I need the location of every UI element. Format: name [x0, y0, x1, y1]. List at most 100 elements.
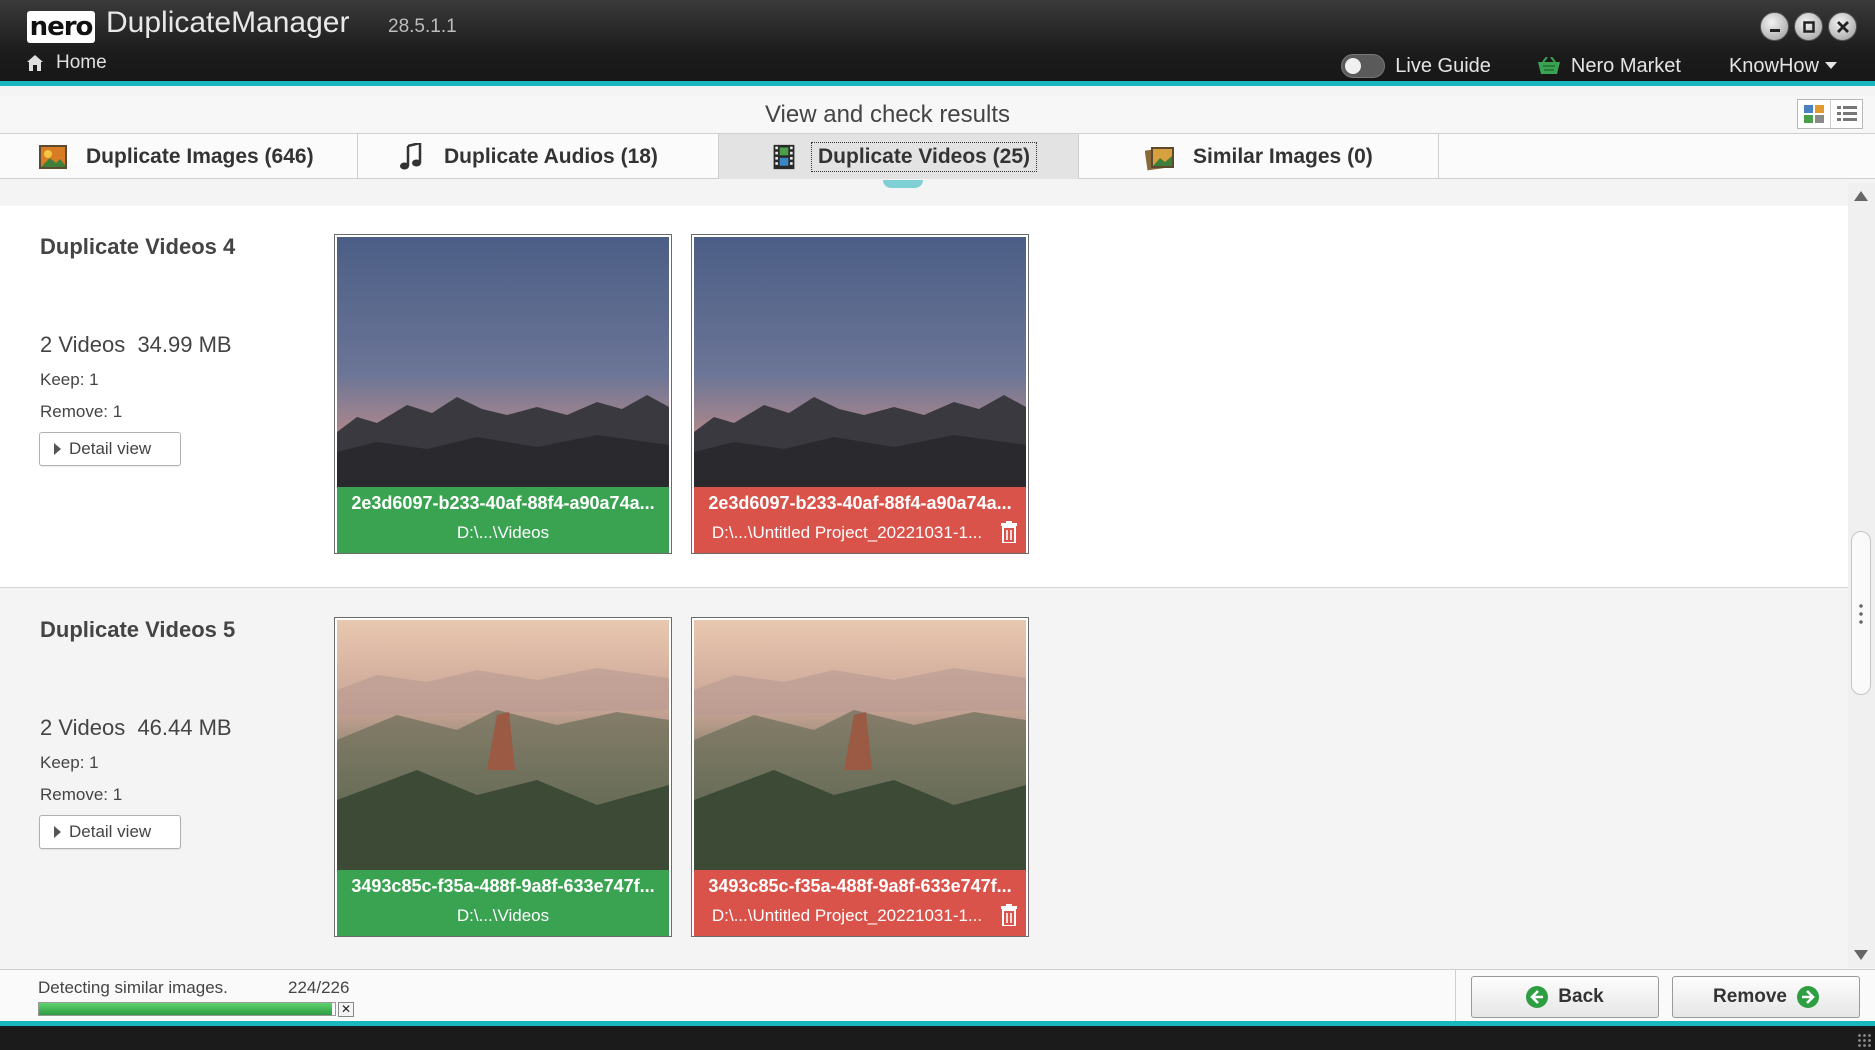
tab-label: Similar Images (0) — [1193, 144, 1373, 168]
expand-arrow-icon — [54, 826, 61, 838]
knowhow-label: KnowHow — [1728, 54, 1819, 77]
similar-images-icon — [1145, 146, 1174, 170]
group-summary: 2 Videos 34.99 MB — [40, 332, 232, 357]
video-card[interactable]: 2e3d6097-b233-40af-88f4-a90a74a... D:\..… — [691, 234, 1029, 554]
tab-duplicate-videos[interactable]: Duplicate Videos (25) — [719, 134, 1079, 179]
results-list: Duplicate Videos 4 2 Videos 34.99 MB Kee… — [0, 206, 1848, 969]
arrow-left-icon — [1526, 986, 1549, 1008]
film-icon — [773, 144, 795, 169]
scroll-up-arrow-icon[interactable] — [1854, 191, 1868, 201]
nero-market-label: Nero Market — [1570, 54, 1681, 77]
bottom-bar — [0, 1021, 1875, 1050]
knowhow-menu[interactable]: KnowHow — [1729, 55, 1837, 78]
video-thumbnail — [694, 620, 1026, 870]
keep-caption: 3493c85c-f35a-488f-9a8f-633e747f... D:\.… — [337, 870, 669, 936]
window-controls — [1760, 12, 1857, 41]
video-thumbnail — [694, 237, 1026, 487]
remove-label: Remove — [1713, 986, 1787, 1007]
detail-view-label: Detail view — [69, 439, 152, 458]
tab-label: Duplicate Images (646) — [86, 144, 314, 168]
video-card[interactable]: 2e3d6097-b233-40af-88f4-a90a74a... D:\..… — [334, 234, 672, 554]
detail-view-button[interactable]: Detail view — [39, 815, 181, 849]
resize-grip-icon[interactable] — [1857, 1033, 1871, 1047]
top-nav: Live Guide Nero Market KnowHow — [1341, 50, 1875, 82]
list-view-button[interactable] — [1830, 100, 1862, 128]
keep-caption: 2e3d6097-b233-40af-88f4-a90a74a... D:\..… — [337, 487, 669, 553]
arrow-right-icon — [1796, 986, 1819, 1008]
grid-view-button[interactable] — [1798, 100, 1830, 128]
scrollbar-thumb[interactable] — [1851, 531, 1871, 695]
close-button[interactable] — [1828, 12, 1857, 41]
result-tabs: Duplicate Images (646) Duplicate Audios … — [0, 134, 1875, 179]
status-text: Detecting similar images. — [38, 978, 228, 997]
back-button[interactable]: Back — [1471, 976, 1659, 1018]
group-title: Duplicate Videos 4 — [40, 234, 236, 259]
home-link[interactable]: Home — [26, 52, 107, 74]
file-name: 3493c85c-f35a-488f-9a8f-633e747f... — [708, 876, 1012, 896]
live-guide-label: Live Guide — [1395, 54, 1491, 77]
expand-arrow-icon — [54, 443, 61, 455]
footer-bar: Detecting similar images. 224/226 ✕ Back… — [0, 969, 1875, 1022]
scroll-down-arrow-icon[interactable] — [1854, 950, 1868, 960]
remove-caption: 2e3d6097-b233-40af-88f4-a90a74a... D:\..… — [694, 487, 1026, 553]
group-summary: 2 Videos 46.44 MB — [40, 715, 232, 740]
remove-button[interactable]: Remove — [1672, 976, 1860, 1018]
chevron-down-icon — [1825, 62, 1837, 69]
keep-count: Keep: 1 — [40, 753, 99, 772]
file-path: D:\...\Untitled Project_20221031-1... — [711, 523, 983, 542]
tab-duplicate-audios[interactable]: Duplicate Audios (18) — [358, 134, 719, 179]
file-name: 3493c85c-f35a-488f-9a8f-633e747f... — [351, 876, 655, 896]
tab-label: Duplicate Videos (25) — [811, 141, 1038, 172]
grid-view-icon — [1804, 105, 1824, 123]
remove-count: Remove: 1 — [40, 785, 123, 804]
progress-count: 224/226 — [288, 978, 350, 997]
nero-logo: nero — [27, 11, 95, 43]
remove-count: Remove: 1 — [40, 402, 123, 421]
vertical-scrollbar[interactable] — [1848, 183, 1875, 968]
list-view-icon — [1836, 106, 1857, 121]
active-tab-indicator — [883, 180, 923, 188]
back-label: Back — [1558, 986, 1604, 1007]
results-header: View and check results — [0, 96, 1875, 134]
video-thumbnail — [337, 237, 669, 487]
home-icon — [26, 54, 44, 72]
app-version: 28.5.1.1 — [388, 16, 457, 37]
detail-view-label: Detail view — [69, 822, 152, 841]
duplicate-group: Duplicate Videos 5 2 Videos 46.44 MB Kee… — [0, 589, 1848, 969]
page-title: View and check results — [764, 101, 1010, 128]
keep-count: Keep: 1 — [40, 370, 99, 389]
duplicate-group: Duplicate Videos 4 2 Videos 34.99 MB Kee… — [0, 206, 1848, 588]
nero-market-link[interactable]: Nero Market — [1537, 55, 1681, 78]
app-title: DuplicateManager — [106, 6, 350, 39]
group-title: Duplicate Videos 5 — [40, 617, 236, 642]
cancel-scan-button[interactable]: ✕ — [338, 1002, 354, 1017]
file-name: 2e3d6097-b233-40af-88f4-a90a74a... — [351, 493, 655, 513]
trash-icon[interactable] — [1000, 521, 1018, 543]
file-path: D:\...\Videos — [456, 523, 550, 542]
images-icon — [39, 144, 67, 169]
minimize-button[interactable] — [1760, 12, 1789, 41]
video-card[interactable]: 3493c85c-f35a-488f-9a8f-633e747f... D:\.… — [691, 617, 1029, 937]
tab-similar-images[interactable]: Similar Images (0) — [1079, 134, 1439, 179]
tab-duplicate-images[interactable]: Duplicate Images (646) — [0, 134, 358, 179]
view-mode-toggle — [1797, 99, 1863, 129]
toggle-switch-icon[interactable] — [1341, 54, 1386, 78]
remove-caption: 3493c85c-f35a-488f-9a8f-633e747f... D:\.… — [694, 870, 1026, 936]
video-thumbnail — [337, 620, 669, 870]
tab-label: Duplicate Audios (18) — [444, 144, 658, 168]
progress-fill — [39, 1003, 333, 1015]
basket-icon — [1537, 56, 1561, 75]
live-guide-toggle[interactable]: Live Guide — [1341, 54, 1491, 78]
trash-icon[interactable] — [1000, 904, 1018, 926]
progress-bar — [38, 1002, 336, 1016]
detail-view-button[interactable]: Detail view — [39, 432, 181, 466]
maximize-button[interactable] — [1794, 12, 1823, 41]
divider — [1455, 970, 1456, 1022]
accent-line — [0, 81, 1875, 86]
home-label: Home — [56, 52, 107, 73]
music-note-icon — [400, 142, 422, 169]
file-path: D:\...\Untitled Project_20221031-1... — [711, 906, 983, 925]
video-card[interactable]: 3493c85c-f35a-488f-9a8f-633e747f... D:\.… — [334, 617, 672, 937]
file-name: 2e3d6097-b233-40af-88f4-a90a74a... — [708, 493, 1012, 513]
title-bar: nero DuplicateManager 28.5.1.1 Home Live… — [0, 0, 1875, 86]
